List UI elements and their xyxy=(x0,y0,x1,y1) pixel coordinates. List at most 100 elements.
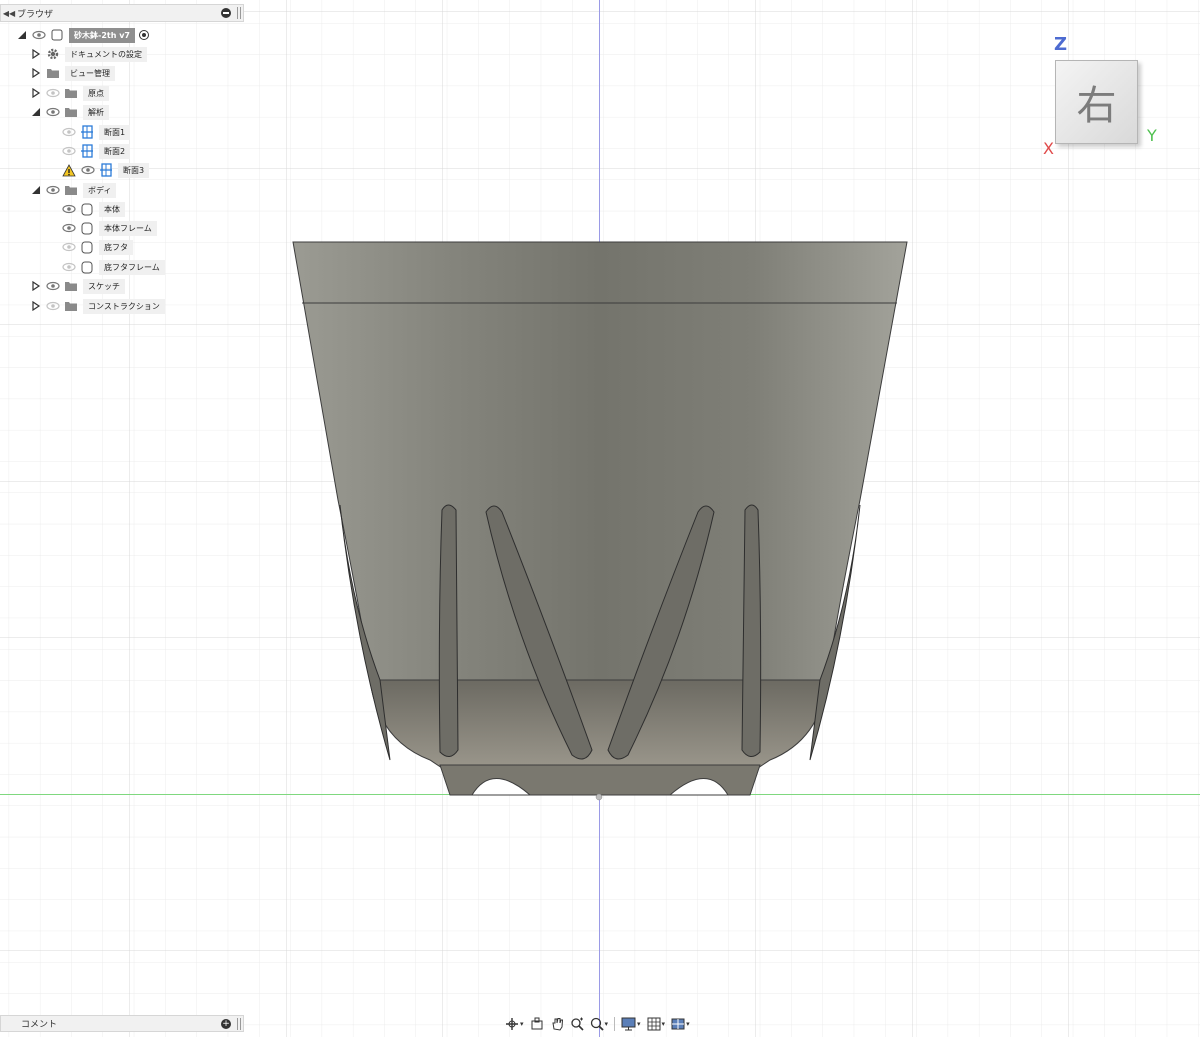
tree-item-body[interactable]: 底フタフレーム xyxy=(62,258,165,276)
chevron-down-icon[interactable]: ▾ xyxy=(686,1020,690,1028)
browser-title: ブラウザ xyxy=(17,9,54,20)
eye-icon[interactable] xyxy=(81,164,95,176)
eye-hidden-icon[interactable] xyxy=(62,126,76,138)
eye-hidden-icon[interactable] xyxy=(62,145,76,157)
eye-icon[interactable] xyxy=(62,222,76,234)
collapsed-triangle-icon[interactable] xyxy=(30,48,42,60)
look-at-icon xyxy=(531,1017,543,1030)
tree-item-analysis[interactable]: 解析 xyxy=(30,103,109,121)
expanded-triangle-icon[interactable] xyxy=(16,29,28,41)
body-icon xyxy=(80,240,94,254)
tree-item-body[interactable]: 底フタ xyxy=(62,238,133,256)
panel-grip-icon[interactable] xyxy=(237,7,241,19)
eye-hidden-icon[interactable] xyxy=(62,261,76,273)
zoom-icon xyxy=(570,1017,584,1031)
navigation-toolbar: ▾ ▾ ▾ ▾ ▾ xyxy=(503,1013,692,1035)
tree-item-component[interactable]: 砂木鉢-2th v7 xyxy=(16,26,149,44)
tree-item-label: 本体フレーム xyxy=(99,220,157,236)
body-icon xyxy=(80,221,94,235)
look-at-button[interactable] xyxy=(528,1014,546,1034)
tree-item-body[interactable]: 本体フレーム xyxy=(62,219,157,237)
tree-item-document-settings[interactable]: ドキュメントの設定 xyxy=(30,45,147,63)
orbit-button[interactable]: ▾ xyxy=(503,1014,526,1034)
component-icon xyxy=(50,28,64,42)
comments-title: コメント xyxy=(21,1020,58,1030)
panel-grip-icon[interactable] xyxy=(237,1017,241,1030)
tree-item-label: 断面2 xyxy=(99,143,131,159)
pan-icon xyxy=(551,1018,563,1031)
folder-icon xyxy=(64,299,78,313)
collapsed-triangle-icon[interactable] xyxy=(30,87,42,99)
browser-panel-header[interactable]: ◀◀ ブラウザ xyxy=(0,4,244,22)
folder-icon xyxy=(64,86,78,100)
warning-icon xyxy=(62,163,76,177)
comments-panel[interactable]: コメント + xyxy=(0,1015,244,1032)
chevron-down-icon[interactable]: ▾ xyxy=(662,1020,666,1028)
eye-icon[interactable] xyxy=(46,106,60,118)
chevron-down-icon[interactable]: ▾ xyxy=(520,1020,524,1028)
fit-button[interactable]: ▾ xyxy=(588,1014,611,1034)
section-analysis-icon xyxy=(80,125,94,139)
eye-icon[interactable] xyxy=(32,29,46,41)
tree-item-label: 砂木鉢-2th v7 xyxy=(69,27,135,43)
chevron-down-icon[interactable]: ▾ xyxy=(637,1020,641,1028)
viewcube[interactable]: Z 右 Y X xyxy=(1040,34,1165,164)
body-icon xyxy=(80,260,94,274)
tree-item-section[interactable]: 断面1 xyxy=(62,123,131,141)
axis-x-label: X xyxy=(1043,139,1054,158)
folder-icon xyxy=(46,66,60,80)
tree-item-section[interactable]: 断面2 xyxy=(62,142,131,160)
tree-item-label: ビュー管理 xyxy=(65,65,115,81)
tree-item-label: 底フタフレーム xyxy=(99,259,165,275)
viewports-button[interactable]: ▾ xyxy=(669,1014,692,1034)
collapsed-triangle-icon[interactable] xyxy=(30,67,42,79)
tree-item-label: スケッチ xyxy=(83,278,125,294)
zoom-button[interactable] xyxy=(568,1014,586,1034)
section-analysis-icon xyxy=(80,144,94,158)
eye-icon[interactable] xyxy=(62,203,76,215)
expanded-triangle-icon[interactable] xyxy=(30,184,42,196)
canvas-viewport[interactable] xyxy=(0,0,1200,1037)
eye-icon[interactable] xyxy=(46,280,60,292)
pan-button[interactable] xyxy=(548,1014,566,1034)
body-icon xyxy=(80,202,94,216)
orbit-icon xyxy=(506,1018,518,1030)
tree-item-label: コンストラクション xyxy=(83,298,165,314)
axis-y-label: Y xyxy=(1147,126,1157,145)
tree-item-label: 本体 xyxy=(99,201,125,217)
panel-options-icon[interactable] xyxy=(221,8,231,18)
tree-item-origin[interactable]: 原点 xyxy=(30,84,109,102)
eye-icon[interactable] xyxy=(46,184,60,196)
pot-model[interactable] xyxy=(292,241,908,801)
folder-icon xyxy=(64,105,78,119)
collapse-panel-icon[interactable]: ◀◀ xyxy=(1,9,17,18)
collapsed-triangle-icon[interactable] xyxy=(30,280,42,292)
viewcube-face-right[interactable]: 右 xyxy=(1055,60,1138,144)
grid-button[interactable]: ▾ xyxy=(645,1014,668,1034)
collapsed-triangle-icon[interactable] xyxy=(30,300,42,312)
tree-item-construction[interactable]: コンストラクション xyxy=(30,297,165,315)
display-settings-button[interactable]: ▾ xyxy=(619,1014,643,1034)
folder-icon xyxy=(64,183,78,197)
tree-item-label: 原点 xyxy=(83,85,109,101)
tree-item-label: 断面1 xyxy=(99,124,131,140)
chevron-down-icon[interactable]: ▾ xyxy=(605,1020,609,1028)
eye-hidden-icon[interactable] xyxy=(62,241,76,253)
tree-item-label: ドキュメントの設定 xyxy=(65,46,147,62)
expanded-triangle-icon[interactable] xyxy=(30,106,42,118)
eye-hidden-icon[interactable] xyxy=(46,300,60,312)
tree-item-label: 解析 xyxy=(83,104,109,120)
grid-icon xyxy=(647,1017,661,1031)
folder-icon xyxy=(64,279,78,293)
tree-item-label: 底フタ xyxy=(99,239,133,255)
add-comment-icon[interactable]: + xyxy=(221,1018,231,1029)
fit-icon xyxy=(590,1017,604,1031)
tree-item-bodies[interactable]: ボディ xyxy=(30,181,117,199)
toolbar-separator xyxy=(614,1017,616,1031)
tree-item-sketches[interactable]: スケッチ xyxy=(30,277,125,295)
tree-item-view-manager[interactable]: ビュー管理 xyxy=(30,64,115,82)
tree-item-body[interactable]: 本体 xyxy=(62,200,125,218)
activate-radio-icon[interactable] xyxy=(138,30,149,40)
tree-item-section[interactable]: 断面3 xyxy=(62,161,150,179)
eye-hidden-icon[interactable] xyxy=(46,87,60,99)
